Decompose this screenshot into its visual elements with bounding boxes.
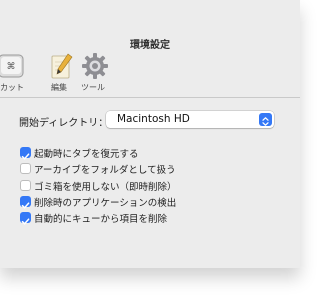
start-directory-label: 開始ディレクトリ： bbox=[19, 118, 109, 129]
option-label: 自動的にキューから項目を削除 bbox=[34, 214, 168, 225]
chevron-up-down-icon bbox=[259, 113, 272, 126]
toolbar-label-shortcuts: ートカット bbox=[0, 83, 24, 92]
shortcut-icon: ⌘ bbox=[0, 52, 24, 84]
checkbox-auto-remove-queue[interactable] bbox=[20, 212, 31, 225]
checkmark-icon bbox=[21, 153, 30, 160]
gear-icon bbox=[81, 52, 109, 84]
option-label: アーカイブをフォルダとして扱う bbox=[34, 165, 176, 176]
option-label: ゴミ箱を使用しない（即時削除） bbox=[34, 182, 177, 193]
checkbox-skip-trash[interactable] bbox=[20, 180, 31, 191]
option-label: 起動時にタブを復元する bbox=[34, 149, 139, 160]
toolbar: ⌘ ートカット 編集 bbox=[0, 48, 300, 94]
toolbar-label-tools: ツール bbox=[81, 83, 105, 92]
edit-icon bbox=[49, 52, 73, 84]
checkbox-restore-tabs[interactable] bbox=[20, 147, 31, 160]
toolbar-label-edit: 編集 bbox=[51, 83, 67, 92]
svg-text:⌘: ⌘ bbox=[7, 62, 16, 72]
preferences-window: 環境設定 ⌘ ートカット bbox=[0, 0, 300, 268]
checkbox-detect-app-on-delete[interactable] bbox=[20, 196, 31, 209]
checkbox-archive-as-folder[interactable] bbox=[20, 163, 31, 174]
toolbar-divider bbox=[0, 97, 300, 98]
option-label: 削除時のアプリケーションの検出 bbox=[34, 198, 177, 209]
checkmark-icon bbox=[21, 218, 30, 225]
checkmark-icon bbox=[21, 202, 30, 209]
start-directory-select[interactable]: Macintosh HD bbox=[106, 111, 274, 128]
start-directory-value: Macintosh HD bbox=[117, 113, 190, 125]
title-bar[interactable] bbox=[0, 0, 300, 20]
